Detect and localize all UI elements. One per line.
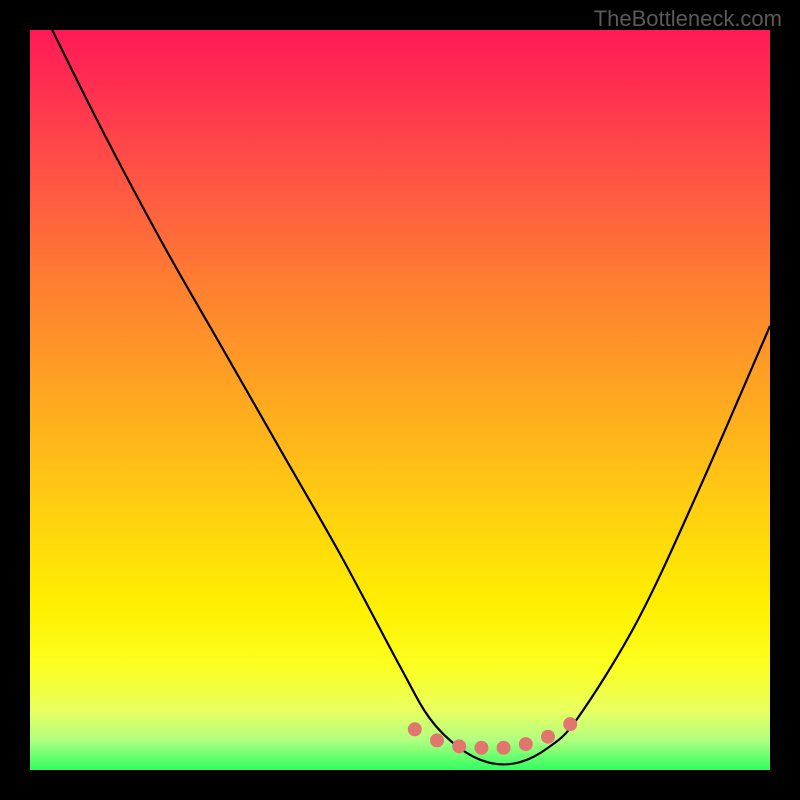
marker-dot xyxy=(563,717,577,731)
marker-dot xyxy=(519,737,533,751)
marker-dot xyxy=(497,741,511,755)
watermark-text: TheBottleneck.com xyxy=(594,6,782,32)
bottleneck-curve-svg xyxy=(30,30,770,770)
chart-plot-area xyxy=(30,30,770,770)
marker-dot xyxy=(430,733,444,747)
marker-dot xyxy=(452,739,466,753)
curve-path xyxy=(52,30,770,764)
marker-dot xyxy=(541,730,555,744)
marker-dot xyxy=(474,741,488,755)
marker-dot xyxy=(408,722,422,736)
